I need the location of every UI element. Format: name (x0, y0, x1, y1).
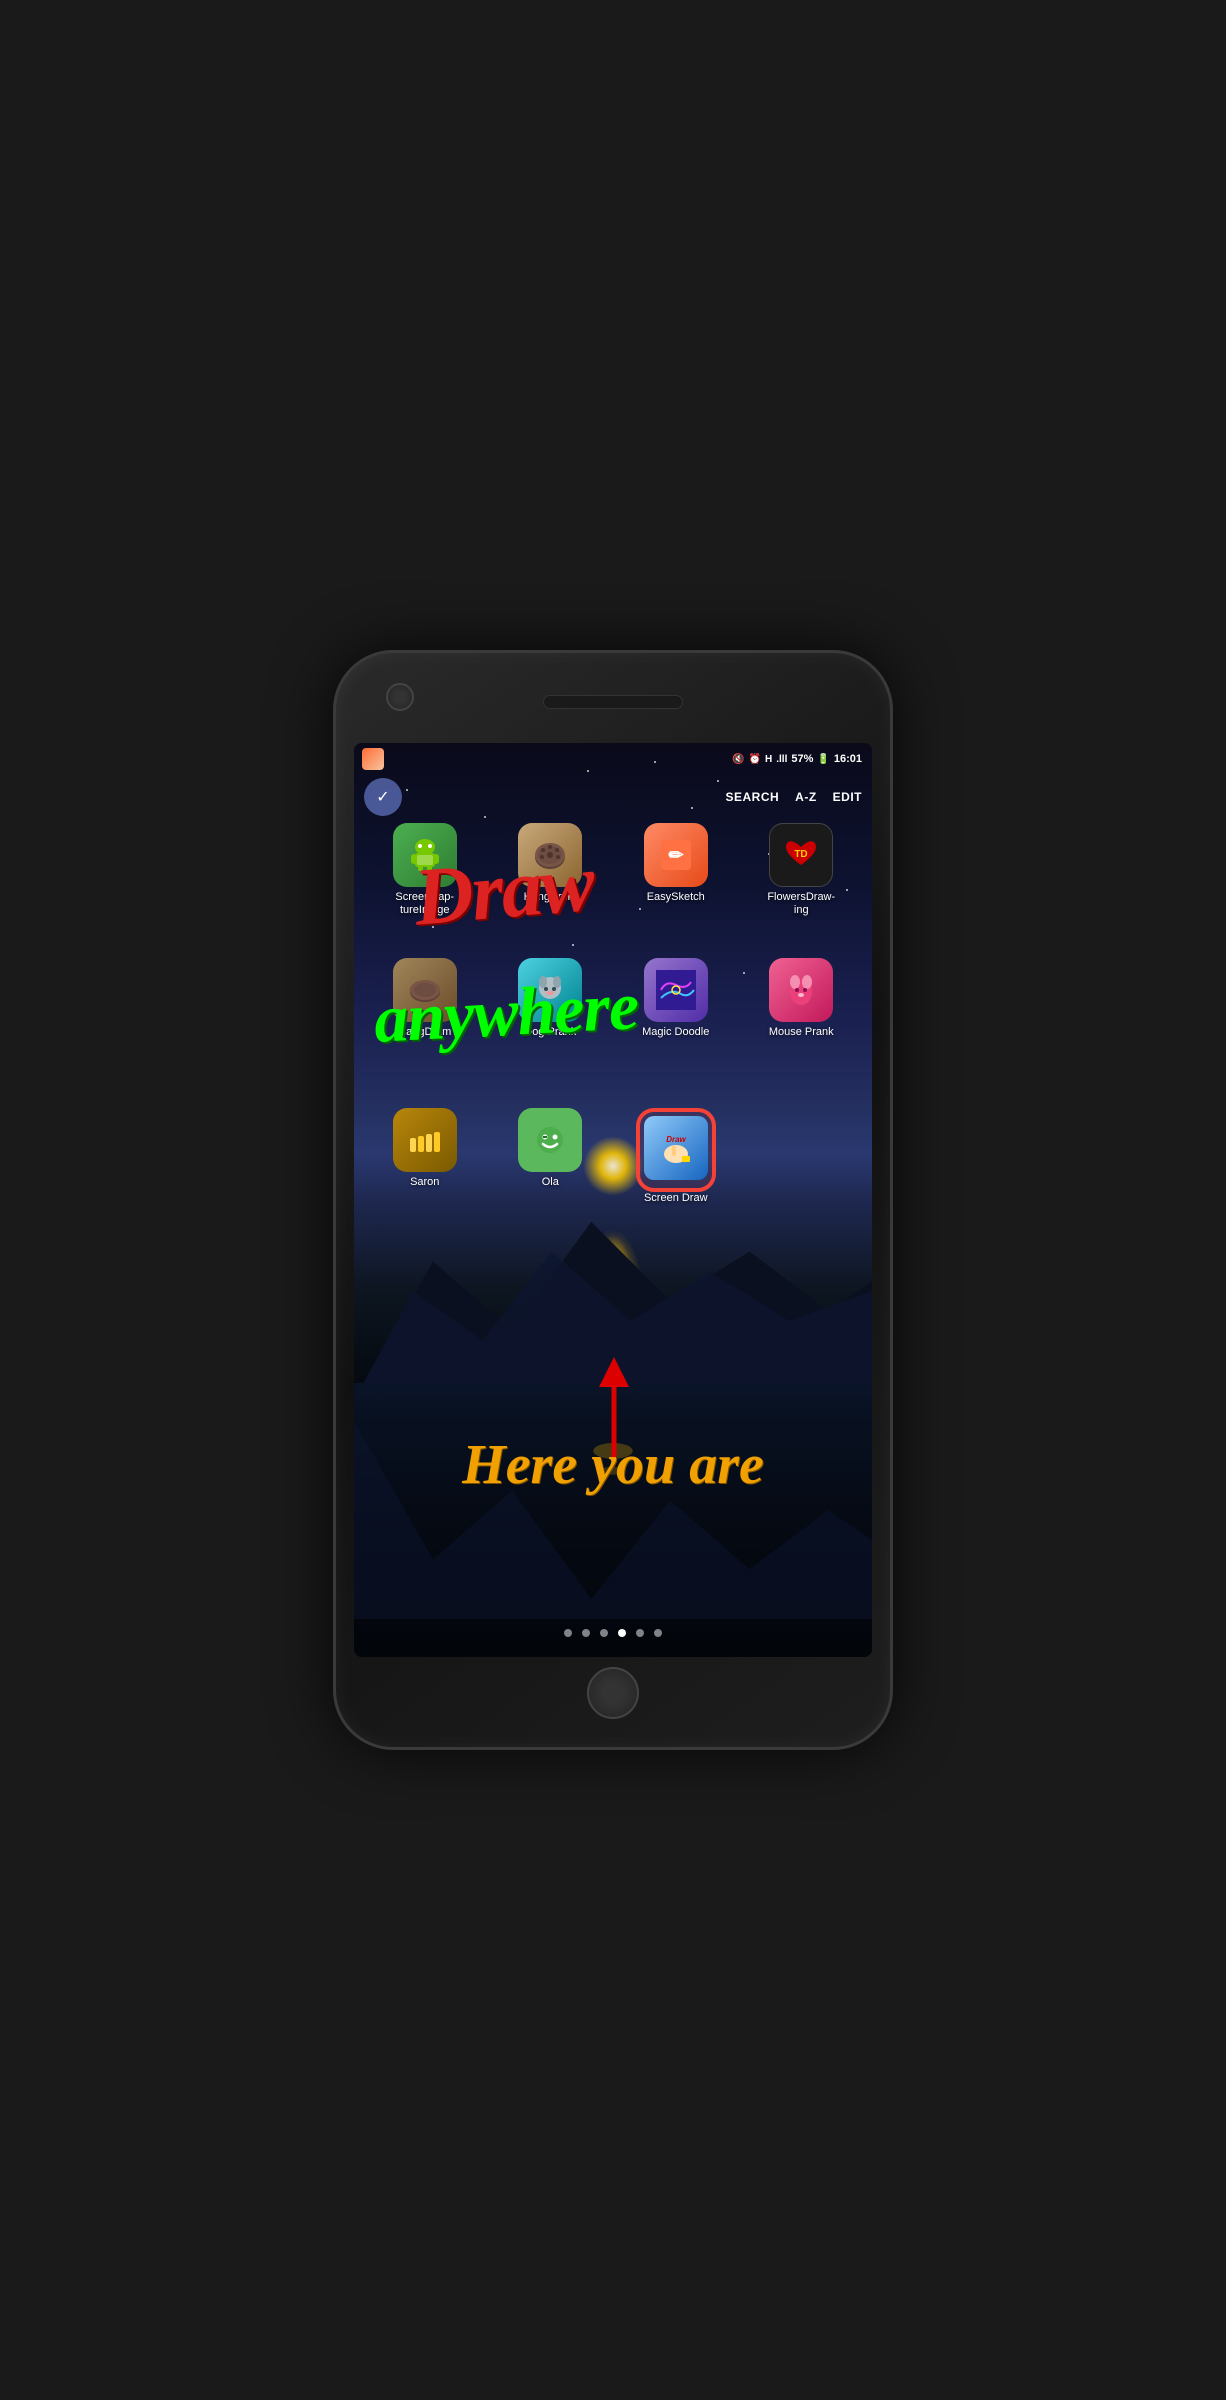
saron-icon (393, 1108, 457, 1172)
app-mouse-prank[interactable]: Mouse Prank (751, 958, 851, 1039)
flowers-drawing-label: FlowersDraw-ing (767, 891, 835, 917)
back-button[interactable]: ✓ (364, 778, 402, 816)
dot-1[interactable] (564, 1629, 572, 1637)
app-easy-sketch[interactable]: ✏ EasySketch (626, 823, 726, 917)
page-dots (354, 1629, 872, 1637)
phone-device: 🔇 ⏰ H .lll 57% 🔋 16:01 ✓ SEARCH A-Z EDIT (333, 650, 893, 1750)
dot-6[interactable] (654, 1629, 662, 1637)
app-magic-doodle[interactable]: Magic Doodle (626, 958, 726, 1039)
app-flowers-drawing[interactable]: TD FlowersDraw-ing (751, 823, 851, 917)
speaker (543, 695, 683, 709)
battery-percent: 57% (791, 753, 813, 765)
mute-icon: 🔇 (732, 754, 744, 765)
app-ola[interactable]: Ola (500, 1108, 600, 1205)
empty-slot (769, 1108, 833, 1172)
ola-icon (518, 1108, 582, 1172)
battery-icon: 🔋 (817, 754, 829, 765)
az-sort-button[interactable]: A-Z (795, 790, 817, 804)
svg-text:✏: ✏ (668, 845, 684, 865)
search-button[interactable]: SEARCH (725, 790, 779, 804)
dot-5[interactable] (636, 1629, 644, 1637)
flowers-drawing-icon: TD (769, 823, 833, 887)
signal-bars: .lll (776, 754, 787, 765)
edit-button[interactable]: EDIT (833, 790, 862, 804)
screen-background: 🔇 ⏰ H .lll 57% 🔋 16:01 ✓ SEARCH A-Z EDIT (354, 743, 872, 1657)
ola-label: Ola (542, 1176, 559, 1189)
draw-annotation: Draw (410, 835, 596, 944)
easy-sketch-label: EasySketch (647, 891, 705, 904)
anywhere-annotation: anywhere (372, 966, 640, 1059)
app-screen-draw[interactable]: Draw Screen Draw (626, 1108, 726, 1205)
easy-sketch-icon: ✏ (644, 823, 708, 887)
status-bar: 🔇 ⏰ H .lll 57% 🔋 16:01 (354, 743, 872, 775)
status-right-area: 🔇 ⏰ H .lll 57% 🔋 16:01 (732, 753, 862, 765)
phone-screen: 🔇 ⏰ H .lll 57% 🔋 16:01 ✓ SEARCH A-Z EDIT (354, 743, 872, 1657)
app-empty (751, 1108, 851, 1205)
chevron-down-icon: ✓ (376, 787, 389, 807)
h-icon: H (765, 754, 772, 765)
dot-2[interactable] (582, 1629, 590, 1637)
status-left-icons (362, 748, 384, 770)
magic-doodle-label: Magic Doodle (642, 1026, 709, 1039)
app-saron[interactable]: Saron (375, 1108, 475, 1205)
svg-text:TD: TD (795, 849, 808, 860)
saron-label: Saron (410, 1176, 439, 1189)
app-row-3: Saron (354, 1108, 872, 1205)
magic-doodle-icon (644, 958, 708, 1022)
screen-draw-icon: Draw (644, 1116, 708, 1180)
screen-draw-label: Screen Draw (644, 1192, 708, 1205)
here-you-are-text: Here you are (384, 1433, 842, 1497)
screen-draw-highlight-box: Draw (636, 1108, 716, 1192)
mouse-prank-label: Mouse Prank (769, 1026, 834, 1039)
top-app-icon (362, 748, 384, 770)
drawer-header: ✓ SEARCH A-Z EDIT (354, 775, 872, 819)
home-button[interactable] (587, 1667, 639, 1719)
alarm-icon: ⏰ (749, 754, 761, 765)
dot-4-active[interactable] (618, 1629, 626, 1637)
clock: 16:01 (834, 753, 862, 765)
dot-3[interactable] (600, 1629, 608, 1637)
camera (386, 683, 414, 711)
mouse-prank-icon (769, 958, 833, 1022)
svg-text:Draw: Draw (666, 1135, 686, 1144)
